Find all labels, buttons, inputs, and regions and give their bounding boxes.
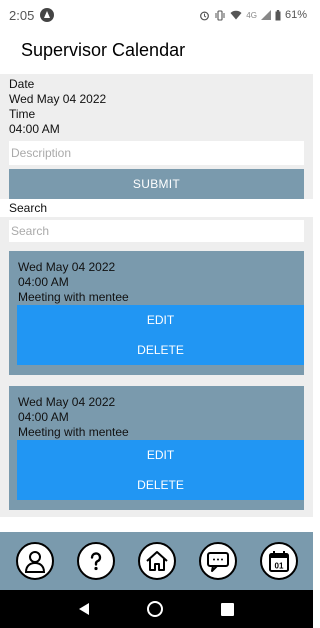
vibrate-icon (215, 9, 225, 21)
battery-icon (275, 9, 281, 20)
home-nav-icon[interactable] (147, 601, 163, 617)
status-icons: 4G 61% (199, 9, 307, 21)
tab-calendar[interactable]: 01 (259, 542, 298, 580)
signal-icon (260, 10, 271, 20)
network-type: 4G (246, 10, 257, 20)
date-value[interactable]: Wed May 04 2022 (0, 92, 313, 107)
back-icon[interactable] (79, 603, 89, 615)
alert-icon (40, 8, 55, 22)
event-date: Wed May 04 2022 (18, 395, 116, 409)
calendar-badge: 01 (274, 562, 283, 571)
event-form: Date Wed May 04 2022 Time 04:00 AM Descr… (0, 74, 313, 199)
tab-help[interactable] (76, 542, 115, 580)
event-card: Wed May 04 2022 04:00 AM Meeting with me… (9, 251, 304, 375)
chat-icon (206, 552, 229, 572)
event-date: Wed May 04 2022 (18, 260, 116, 274)
edit-button[interactable]: EDIT (17, 305, 304, 335)
search-input[interactable]: Search (9, 220, 304, 242)
edit-button[interactable]: EDIT (17, 440, 304, 470)
event-list: Wed May 04 2022 04:00 AM Meeting with me… (0, 245, 313, 517)
status-bar: 2:05 4G 61% (0, 0, 313, 30)
description-input[interactable]: Description (9, 141, 304, 165)
time-value[interactable]: 04:00 AM (0, 122, 313, 137)
event-title: Meeting with mentee (18, 290, 129, 304)
bottom-tab-bar: 01 (0, 532, 313, 590)
delete-button[interactable]: DELETE (17, 335, 304, 365)
search-wrapper: Search (0, 217, 313, 245)
event-time: 04:00 AM (18, 275, 69, 289)
battery-percent: 61% (284, 9, 307, 21)
event-title: Meeting with mentee (18, 425, 129, 439)
event-time: 04:00 AM (18, 410, 69, 424)
search-label: Search (9, 201, 48, 215)
tab-profile[interactable] (15, 542, 54, 580)
time-label: Time (9, 107, 36, 121)
system-nav-bar (0, 590, 313, 628)
event-card: Wed May 04 2022 04:00 AM Meeting with me… (9, 386, 304, 510)
recents-icon[interactable] (221, 602, 234, 616)
wifi-icon (230, 10, 242, 20)
help-icon (90, 552, 101, 571)
tab-home[interactable] (137, 542, 176, 580)
profile-icon (24, 551, 45, 573)
delete-button[interactable]: DELETE (17, 470, 304, 500)
date-label: Date (9, 77, 35, 91)
status-time: 2:05 (9, 7, 35, 23)
page-title: Supervisor Calendar (21, 40, 186, 60)
submit-button[interactable]: SUBMIT (9, 169, 304, 199)
home-icon (145, 551, 168, 571)
tab-messages[interactable] (198, 542, 237, 580)
alarm-icon (200, 11, 210, 20)
calendar-icon: 01 (268, 551, 289, 572)
